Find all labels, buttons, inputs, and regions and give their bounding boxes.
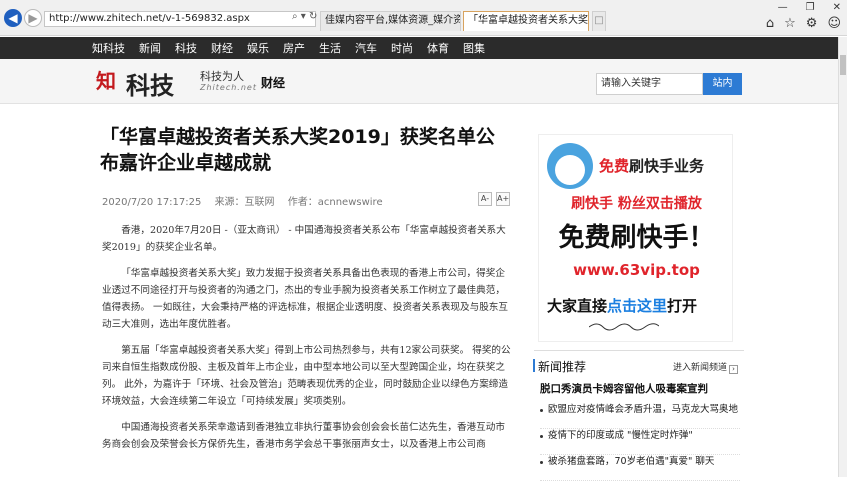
site-slogan: 科技为人 xyxy=(200,70,244,83)
sidebar-ad-banner[interactable]: 免费刷快手业务 刷快手 粉丝双击播放 免费刷快手！ www.63vip.top … xyxy=(538,134,733,342)
article-paragraph: 第五届「华富卓越投资者关系大奖」得到上市公司热烈参与，共有12家公司获奖。 得奖… xyxy=(102,345,511,407)
nav-item[interactable]: 生活 xyxy=(319,40,341,56)
forward-arrow-icon[interactable]: ▶ xyxy=(24,9,42,27)
external-link-icon: › xyxy=(729,365,739,374)
nav-item[interactable]: 财经 xyxy=(211,40,233,56)
font-size-controls: A- A+ xyxy=(478,192,510,206)
channel-label[interactable]: 财经 xyxy=(261,74,285,91)
nav-item[interactable]: 知科技 xyxy=(92,40,125,56)
signature-squiggle xyxy=(589,323,659,331)
search-input[interactable]: 请输入关键字 xyxy=(596,73,703,95)
nav-item[interactable]: 时尚 xyxy=(391,40,413,56)
new-tab-button[interactable]: □ xyxy=(592,11,606,31)
article-meta: 2020/7/20 17:17:25 来源：互联网 作者：acnnewswire xyxy=(102,193,393,208)
browser-toolbar: ◀ ▶ http://www.zhitech.net/v-1-569832.as… xyxy=(0,0,847,36)
minimize-icon[interactable]: — xyxy=(778,2,788,13)
ad-cta[interactable]: 大家直接点击这里打开 xyxy=(547,295,697,316)
article-paragraph: 中国通海投资者关系荣幸邀请到香港独立非执行董事协会创会会长苗仁达先生，香港互动市… xyxy=(102,422,505,450)
close-icon[interactable]: ✕ xyxy=(833,2,841,13)
ad-headline: 免费刷快手业务 xyxy=(599,157,705,175)
news-list-item[interactable]: 欧盟应对疫情峰会矛盾升温，马克龙大骂奥地 xyxy=(540,403,740,429)
site-header: 知 科技 科技为人 Zhitech.net 财经 请输入关键字 站内 xyxy=(0,59,838,104)
nav-item[interactable]: 房产 xyxy=(283,40,305,56)
article-source: 来源：互联网 xyxy=(214,197,275,208)
back-arrow-icon[interactable]: ◀ xyxy=(4,9,22,27)
font-larger-button[interactable]: A+ xyxy=(496,192,510,206)
scrollbar-thumb[interactable] xyxy=(840,55,846,75)
ad-subline: 刷快手 粉丝双击播放 xyxy=(571,196,702,212)
article-paragraph: 「华富卓越投资者关系大奖」致力发掘于投资者关系具备出色表现的香港上市公司，得奖企… xyxy=(102,268,508,330)
nav-item[interactable]: 新闻 xyxy=(139,40,161,56)
article-author: 作者：acnnewswire xyxy=(287,197,383,208)
news-heading: 新闻推荐 xyxy=(532,359,587,374)
smiley-icon[interactable]: ☺ xyxy=(827,16,841,31)
news-recommend-panel: 新闻推荐 进入新闻频道 › 脱口秀演员卡姆容留他人吸毒案宣判 欧盟应对疫情峰会矛盾… xyxy=(532,350,744,481)
site-logo-text[interactable]: 科技 xyxy=(126,66,174,101)
news-list-item[interactable]: 疫情下的印度或成 "慢性定时炸弹" xyxy=(540,429,740,455)
news-featured-item[interactable]: 脱口秀演员卡姆容留他人吸毒案宣判 xyxy=(540,381,708,396)
nav-item[interactable]: 娱乐 xyxy=(247,40,269,56)
browser-tab-active[interactable]: 「华富卓越投资者关系大奖2... xyxy=(463,11,589,31)
font-smaller-button[interactable]: A- xyxy=(478,192,492,206)
news-list-item[interactable]: 被杀猪盘套路，70岁老伯遇"真爱" 聊天 xyxy=(540,455,740,481)
news-list: 欧盟应对疫情峰会矛盾升温，马克龙大骂奥地 疫情下的印度或成 "慢性定时炸弹" 被… xyxy=(540,403,740,481)
article-title: 「华富卓越投资者关系大奖2019」获奖名单公布嘉许企业卓越成就 xyxy=(100,126,495,174)
news-channel-link[interactable]: 进入新闻频道 › xyxy=(673,360,739,374)
home-icon[interactable]: ⌂ xyxy=(766,16,774,31)
browser-tab[interactable]: 佳媒内容平台,媒体资源_媒介资... xyxy=(320,11,461,31)
restore-icon[interactable]: ❐ xyxy=(806,2,815,13)
nav-item[interactable]: 科技 xyxy=(175,40,197,56)
site-nav-bar: 知科技 新闻 科技 财经 娱乐 房产 生活 汽车 时尚 体育 图集 xyxy=(0,37,838,59)
browser-tools: ⌂ ☆ ⚙ ☺ xyxy=(766,16,841,31)
address-bar-actions[interactable]: ⌕ ▾ ↻ xyxy=(292,11,317,22)
ad-main-text: 免费刷快手！ xyxy=(558,223,715,253)
site-domain: Zhitech.net xyxy=(200,83,257,92)
page-scrollbar[interactable] xyxy=(838,37,847,477)
search-button[interactable]: 站内 xyxy=(703,73,742,95)
address-bar[interactable]: http://www.zhitech.net/v-1-569832.aspx xyxy=(44,11,316,27)
nav-item[interactable]: 图集 xyxy=(463,40,485,56)
nav-item[interactable]: 汽车 xyxy=(355,40,377,56)
settings-gear-icon[interactable]: ⚙ xyxy=(806,16,818,31)
window-controls: — ❐ ✕ xyxy=(778,2,841,13)
ad-url[interactable]: www.63vip.top xyxy=(539,261,734,279)
article-date: 2020/7/20 17:17:25 xyxy=(102,197,202,208)
site-logo-icon[interactable]: 知 xyxy=(96,68,124,94)
favorites-star-icon[interactable]: ☆ xyxy=(784,16,796,31)
nav-item[interactable]: 体育 xyxy=(427,40,449,56)
article-paragraph: 香港，2020年7月20日 -（亚太商讯） - 中国通海投资者关系公布「华富卓越… xyxy=(102,225,506,253)
article-body: 香港，2020年7月20日 -（亚太商讯） - 中国通海投资者关系公布「华富卓越… xyxy=(102,222,512,462)
avatar-face xyxy=(555,155,585,185)
